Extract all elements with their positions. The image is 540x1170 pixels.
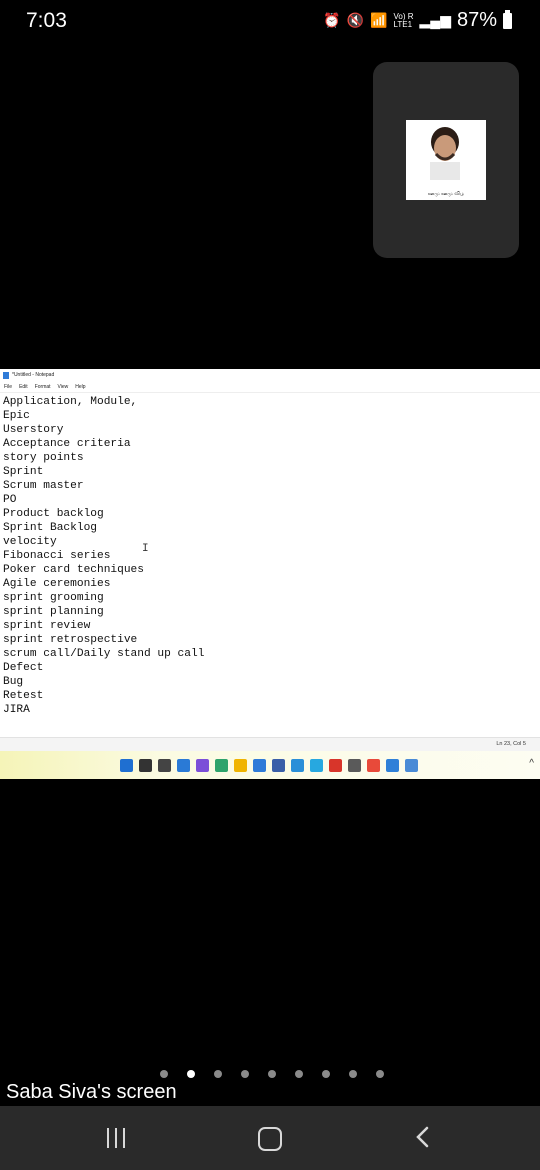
taskbar-app-icon[interactable] [367,759,380,772]
windows-taskbar: ^ [0,751,540,779]
text-line: story points [3,452,84,464]
page-dot[interactable] [349,1070,357,1078]
text-line: Epic [3,410,30,422]
taskbar-app-icon[interactable] [310,759,323,772]
text-line: Bug [3,676,24,688]
signal-icon: ▂▄▆ [419,12,451,28]
page-dot[interactable] [241,1070,249,1078]
network-label: Vo) R LTE1 [393,11,414,29]
text-line: Userstory [3,424,64,436]
page-dot[interactable] [295,1070,303,1078]
menu-view[interactable]: View [58,384,69,390]
notepad-menubar: File Edit Format View Help [0,381,540,393]
text-line: PO [3,494,17,506]
text-line: Application, Module, [3,396,138,408]
text-line: velocity [3,536,57,548]
page-dot[interactable] [322,1070,330,1078]
page-dot[interactable] [187,1070,195,1078]
battery-icon [503,9,512,29]
menu-format[interactable]: Format [35,384,51,390]
taskbar-app-icon[interactable] [158,759,171,772]
cursor-position: Ln 23, Col 5 [496,741,526,747]
taskbar-app-icon[interactable] [348,759,361,772]
shared-screen: *Untitled - Notepad File Edit Format Vie… [0,369,540,779]
text-line: Defect [3,662,44,674]
taskbar-app-icon[interactable] [329,759,342,772]
notepad-titlebar: *Untitled - Notepad [0,369,540,381]
taskbar-app-icon[interactable] [120,759,133,772]
text-line: Fibonacci series [3,550,111,562]
notepad-statusbar: Ln 23, Col 5 [0,737,540,751]
text-line: Sprint Backlog [3,522,97,534]
participant-tile[interactable]: ஊமு ஊமு விழ [373,62,519,258]
person-photo-icon [430,127,460,180]
text-line: Retest [3,690,44,702]
back-icon[interactable] [413,1125,435,1149]
menu-file[interactable]: File [4,384,12,390]
navigation-bar [0,1106,540,1170]
wifi-icon: 📶 [370,12,388,28]
alarm-icon: ⏰ [323,12,341,28]
notepad-icon [3,371,9,379]
text-line: sprint planning [3,606,104,618]
text-line: JIRA [3,704,30,716]
avatar-caption: ஊமு ஊமு விழ [427,191,465,197]
text-line: Poker card techniques [3,564,144,576]
text-line: Sprint [3,466,44,478]
text-line: sprint retrospective [3,634,138,646]
taskbar-app-icon[interactable] [272,759,285,772]
page-dot[interactable] [376,1070,384,1078]
taskbar-app-icon[interactable] [177,759,190,772]
page-dot[interactable] [214,1070,222,1078]
home-icon[interactable] [258,1127,282,1151]
mute-icon: 🔇 [346,12,365,28]
page-dot[interactable] [160,1070,168,1078]
text-line: Scrum master [3,480,84,492]
text-line: scrum call/Daily stand up call [3,648,205,660]
text-line: sprint grooming [3,592,104,604]
taskbar-app-icon[interactable] [291,759,304,772]
taskbar-icons [120,759,418,772]
chevron-up-icon[interactable]: ^ [529,758,534,769]
recents-icon[interactable] [107,1128,125,1148]
text-line: Agile ceremonies [3,578,111,590]
taskbar-app-icon[interactable] [386,759,399,772]
battery-percent: 87% [456,9,497,31]
taskbar-app-icon[interactable] [405,759,418,772]
taskbar-app-icon[interactable] [139,759,152,772]
text-cursor-icon: I [142,543,149,555]
avatar: ஊமு ஊமு விழ [406,120,486,200]
menu-help[interactable]: Help [75,384,85,390]
clock: 7:03 [26,9,67,32]
taskbar-app-icon[interactable] [196,759,209,772]
text-line: Product backlog [3,508,104,520]
text-line: sprint review [3,620,91,632]
menu-edit[interactable]: Edit [19,384,28,390]
taskbar-app-icon[interactable] [234,759,247,772]
taskbar-app-icon[interactable] [253,759,266,772]
notepad-title: *Untitled - Notepad [12,372,55,378]
screen-owner-label: Saba Siva's screen [6,1081,177,1103]
text-line: Acceptance criteria [3,438,131,450]
status-icons: ⏰ 🔇 📶 Vo) R LTE1 ▂▄▆ 87% [323,9,512,32]
page-dot[interactable] [268,1070,276,1078]
notepad-editor[interactable]: Application, Module, Epic Userstory Acce… [3,395,540,725]
status-bar: 7:03 ⏰ 🔇 📶 Vo) R LTE1 ▂▄▆ 87% [0,0,540,44]
page-indicator [160,1070,384,1078]
taskbar-app-icon[interactable] [215,759,228,772]
